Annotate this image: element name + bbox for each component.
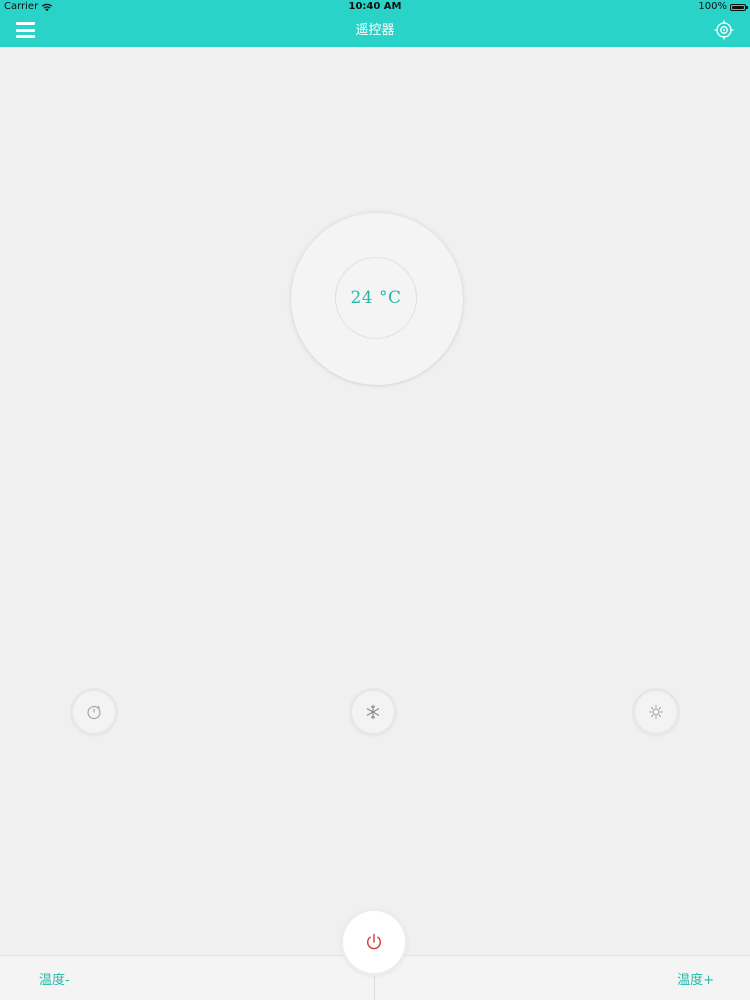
status-time: 10:40 AM xyxy=(348,1,402,12)
sun-icon xyxy=(649,705,663,719)
crosshair-target-icon[interactable] xyxy=(714,20,734,40)
timer-button[interactable] xyxy=(73,691,115,733)
remote-control-screen: Carrier 10:40 AM 100% 遥控器 24 °C 温度- 温度+ xyxy=(0,0,750,1000)
cool-mode-button[interactable] xyxy=(352,691,394,733)
battery-group: 100% xyxy=(698,0,748,14)
temperature-down-button[interactable]: 温度- xyxy=(39,969,70,988)
power-icon xyxy=(367,933,381,950)
snowflake-icon xyxy=(366,704,380,720)
navigation-bar: 遥控器 xyxy=(0,14,750,47)
timer-icon xyxy=(87,705,101,719)
temperature-dial-center: 24 °C xyxy=(335,257,417,339)
status-bar: Carrier 10:40 AM 100% xyxy=(0,0,750,14)
heat-mode-button[interactable] xyxy=(635,691,677,733)
temperature-up-button[interactable]: 温度+ xyxy=(677,969,714,988)
battery-icon xyxy=(730,3,748,11)
power-button[interactable] xyxy=(343,911,405,973)
temperature-readout: 24 °C xyxy=(350,288,402,308)
battery-percent: 100% xyxy=(698,1,727,12)
page-title: 遥控器 xyxy=(355,23,395,38)
top-bar: Carrier 10:40 AM 100% 遥控器 xyxy=(0,0,750,47)
hamburger-menu-icon[interactable] xyxy=(16,22,35,38)
